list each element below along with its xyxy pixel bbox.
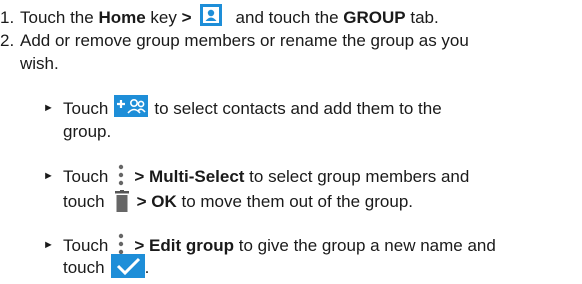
step-text: wish. <box>20 54 59 73</box>
group-tab-label: GROUP <box>343 8 406 27</box>
bullet-text: touch. <box>63 253 149 281</box>
step-2-continued: wish. <box>0 52 582 76</box>
add-group-member-icon <box>114 94 149 117</box>
bullet-text: group. <box>63 122 112 141</box>
step-1: 1. Touch the Home key > and touch the GRO… <box>0 3 582 30</box>
trash-icon <box>114 189 129 212</box>
step-2: 2. Add or remove group members or rename… <box>0 29 582 53</box>
step-text: Add or remove group members or rename th… <box>20 31 469 50</box>
check-icon <box>110 253 145 278</box>
ok-label: OK <box>151 192 177 211</box>
bullet-text: Touch > Multi-Select to select group memb… <box>63 163 469 190</box>
step-text: Touch the Home key > and touch the GROUP … <box>20 3 439 30</box>
bullet-arrow-icon: ► <box>43 102 54 114</box>
bullet-3-continued: touch. <box>0 253 582 281</box>
edit-group-label: Edit group <box>149 236 235 255</box>
bullet-1-continued: group. <box>0 120 582 144</box>
home-key-label: Home <box>98 8 146 27</box>
contacts-icon <box>199 3 222 26</box>
bullet-3: ► Touch > Edit group to give the group a … <box>0 232 582 258</box>
bullet-text: touch > OK to move them out of the group. <box>63 189 413 214</box>
bullet-2-continued: touch > OK to move them out of the group. <box>0 189 582 214</box>
bullet-arrow-icon: ► <box>43 170 54 182</box>
step-number: 2. <box>0 31 15 50</box>
bullet-1: ► Touch to select contacts and add them t… <box>0 94 582 121</box>
bullet-text: Touch to select contacts and add them to … <box>63 94 442 121</box>
more-menu-icon <box>116 163 126 187</box>
bullet-arrow-icon: ► <box>43 239 54 251</box>
more-menu-icon <box>116 232 126 256</box>
step-number: 1. <box>0 8 15 27</box>
multi-select-label: Multi-Select <box>149 167 245 186</box>
bullet-2: ► Touch > Multi-Select to select group me… <box>0 163 582 190</box>
